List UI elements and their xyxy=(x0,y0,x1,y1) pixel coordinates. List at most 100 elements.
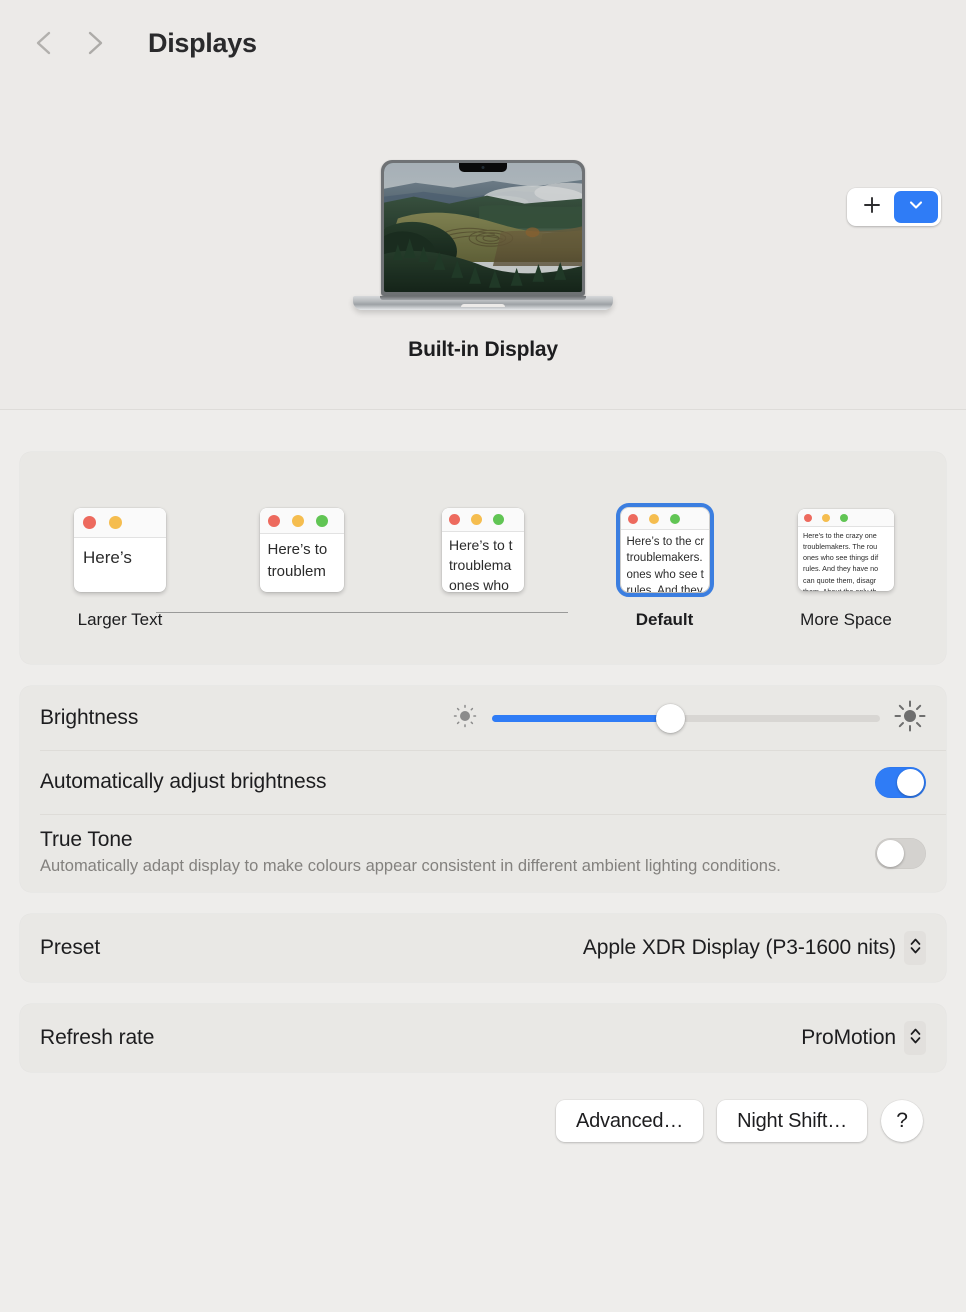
chevron-up-down-icon xyxy=(909,1026,922,1051)
resolution-option-2[interactable]: Here’s to troublem xyxy=(246,502,358,598)
traffic-light-red xyxy=(449,514,460,525)
help-button[interactable]: ? xyxy=(881,1100,923,1143)
navigation-row: Displays xyxy=(0,0,966,64)
night-shift-button[interactable]: Night Shift… xyxy=(717,1100,867,1143)
traffic-light-yellow xyxy=(648,513,659,524)
thumb-holder: Here’s to the cr troublemakers. ones who s… xyxy=(615,502,714,598)
auto-brightness-label: Automatically adjust brightness xyxy=(40,770,327,793)
preset-row: Preset Apple XDR Display (P3-1600 nits) xyxy=(20,914,946,982)
preset-card: Preset Apple XDR Display (P3-1600 nits) xyxy=(20,914,946,983)
page-title: Displays xyxy=(148,27,257,58)
true-tone-toggle[interactable] xyxy=(875,837,926,869)
auto-brightness-row: Automatically adjust brightness xyxy=(20,750,946,814)
thumb-holder: Here’s to t troublema ones who xyxy=(442,502,524,598)
add-display-button[interactable] xyxy=(850,191,894,223)
resolution-thumbnail: Here’s to t troublema ones who xyxy=(442,508,524,592)
traffic-light-red xyxy=(804,513,812,522)
refresh-rate-row: Refresh rate ProMotion xyxy=(20,1004,946,1072)
traffic-light-red xyxy=(267,514,280,527)
brightness-label: Brightness xyxy=(40,706,139,729)
resolution-thumbnail: Here’s to the crazy one troublemakers. Th… xyxy=(798,509,894,591)
resolution-option-more-space[interactable]: Here’s to the crazy one troublemakers. Th… xyxy=(790,502,902,629)
resolution-picker-card: Here’s Larger Text Here’s to troublem He… xyxy=(20,452,946,664)
traffic-light-red xyxy=(83,516,96,529)
window-header: Displays Built-in Display xyxy=(0,0,966,410)
preset-value[interactable]: Apple XDR Display (P3-1600 nits) xyxy=(583,936,896,960)
plus-icon xyxy=(862,195,882,220)
traffic-light-yellow xyxy=(471,514,482,525)
forward-button[interactable] xyxy=(74,22,116,64)
refresh-rate-stepper[interactable] xyxy=(904,1021,926,1056)
macbook-base-notch xyxy=(461,304,505,307)
refresh-rate-card: Refresh rate ProMotion xyxy=(20,1004,946,1073)
thumbnail-titlebar xyxy=(798,509,894,527)
macbook-illustration xyxy=(353,160,613,310)
brightness-row: Brightness xyxy=(20,686,946,750)
traffic-light-red xyxy=(627,513,638,524)
footer-buttons: Advanced… Night Shift… ? xyxy=(20,1072,946,1143)
traffic-light-yellow xyxy=(291,514,304,527)
refresh-rate-value[interactable]: ProMotion xyxy=(801,1026,896,1050)
brightness-slider[interactable] xyxy=(492,703,880,733)
chevron-up-down-icon xyxy=(909,936,922,961)
back-button[interactable] xyxy=(22,22,64,64)
resolution-thumbnail-selected: Here’s to the cr troublemakers. ones who s… xyxy=(615,503,714,597)
toggle-knob xyxy=(897,768,924,796)
wallpaper-image xyxy=(384,163,582,292)
thumb-holder: Here’s xyxy=(74,502,166,598)
traffic-light-green xyxy=(315,514,328,527)
display-options-dropdown[interactable] xyxy=(894,191,938,223)
brightness-settings-card: Brightness Automatically adjust brightne… xyxy=(20,686,946,893)
brightness-slider-fill xyxy=(492,714,671,722)
resolution-option-3[interactable]: Here’s to t troublema ones who xyxy=(427,502,539,598)
thumbnail-titlebar xyxy=(442,508,524,532)
auto-brightness-toggle[interactable] xyxy=(875,766,926,798)
display-name-label: Built-in Display xyxy=(408,338,558,361)
thumbnail-text: Here’s to t troublema ones who xyxy=(449,537,513,592)
add-display-control[interactable] xyxy=(847,188,941,226)
traffic-light-green xyxy=(493,514,504,525)
macbook-base xyxy=(353,296,613,310)
preset-label: Preset xyxy=(40,936,101,960)
true-tone-text-column: True Tone Automatically adapt display to… xyxy=(40,814,875,892)
traffic-light-green xyxy=(669,513,680,524)
true-tone-label: True Tone xyxy=(40,828,133,851)
macbook-screen xyxy=(384,163,582,292)
chevron-right-icon xyxy=(85,29,105,57)
sun-large-icon xyxy=(894,700,926,737)
thumbnail-text: Here’s xyxy=(83,548,132,567)
resolution-thumbnail: Here’s to troublem xyxy=(259,508,344,592)
thumbnail-text: Here’s to troublem xyxy=(267,541,328,580)
traffic-light-yellow xyxy=(822,513,830,522)
settings-content: Here’s Larger Text Here’s to troublem He… xyxy=(0,410,966,1143)
preset-stepper[interactable] xyxy=(904,931,926,966)
brightness-slider-thumb[interactable] xyxy=(655,703,685,733)
resolution-track xyxy=(156,612,568,613)
resolution-option-default[interactable]: Here’s to the cr troublemakers. ones who s… xyxy=(609,502,721,629)
resolution-options: Here’s Larger Text Here’s to troublem He… xyxy=(20,486,946,629)
thumbnail-text: Here’s to the crazy one troublemakers. Th… xyxy=(803,531,879,591)
display-preview: Built-in Display xyxy=(0,160,966,362)
chevron-left-icon xyxy=(33,29,53,57)
refresh-rate-label: Refresh rate xyxy=(40,1026,155,1050)
traffic-light-green xyxy=(840,513,848,522)
resolution-label-more-space: More Space xyxy=(800,610,892,629)
resolution-option-larger-text[interactable]: Here’s Larger Text xyxy=(64,502,176,629)
thumbnail-titlebar xyxy=(259,508,344,534)
true-tone-description: Automatically adapt display to make colo… xyxy=(40,857,781,875)
sun-small-icon xyxy=(452,703,478,734)
resolution-thumbnail: Here’s xyxy=(74,508,166,592)
thumb-holder: Here’s to the crazy one troublemakers. Th… xyxy=(798,502,894,598)
thumbnail-titlebar xyxy=(74,508,166,538)
thumbnail-text: Here’s to the cr troublemakers. ones who s… xyxy=(626,536,705,592)
macbook-lid xyxy=(381,160,585,296)
true-tone-row: True Tone Automatically adapt display to… xyxy=(20,814,946,892)
advanced-button[interactable]: Advanced… xyxy=(555,1100,704,1143)
resolution-label-default: Default xyxy=(635,610,694,629)
chevron-down-icon xyxy=(907,196,925,219)
toggle-knob xyxy=(877,839,904,867)
brightness-slider-group[interactable] xyxy=(452,700,926,737)
resolution-label-larger-text: Larger Text xyxy=(77,610,163,629)
traffic-light-yellow xyxy=(109,516,122,529)
thumbnail-titlebar xyxy=(620,508,709,530)
